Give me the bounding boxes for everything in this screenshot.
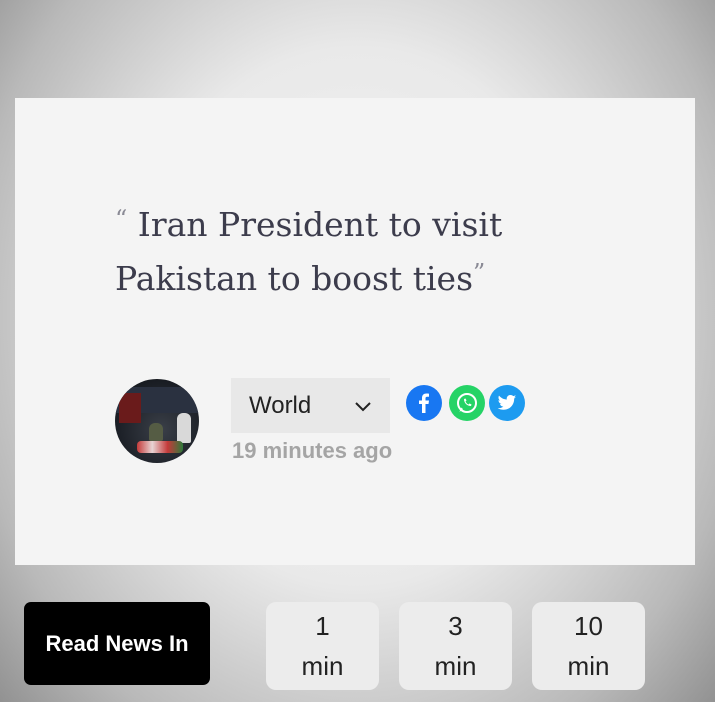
news-thumbnail-avatar[interactable] bbox=[115, 379, 199, 463]
duration-value: 1 bbox=[315, 611, 330, 641]
read-3-min-button[interactable]: 3 min bbox=[399, 602, 512, 690]
close-quote: ” bbox=[473, 259, 486, 287]
read-10-min-button[interactable]: 10 min bbox=[532, 602, 645, 690]
facebook-share-button[interactable] bbox=[406, 385, 442, 421]
open-quote: “ bbox=[115, 205, 128, 233]
chevron-down-icon bbox=[354, 392, 372, 420]
duration-unit: min bbox=[434, 651, 477, 681]
twitter-share-button[interactable] bbox=[489, 385, 525, 421]
headline-text: Iran President to visit Pakistan to boos… bbox=[115, 205, 503, 298]
news-card: “ Iran President to visit Pakistan to bo… bbox=[15, 98, 695, 565]
duration-value: 10 bbox=[574, 611, 603, 641]
category-label: World bbox=[249, 391, 312, 419]
whatsapp-icon bbox=[457, 393, 477, 413]
facebook-icon bbox=[419, 393, 429, 413]
headline: “ Iran President to visit Pakistan to bo… bbox=[115, 198, 575, 306]
duration-value: 3 bbox=[448, 611, 463, 641]
read-1-min-button[interactable]: 1 min bbox=[266, 602, 379, 690]
whatsapp-share-button[interactable] bbox=[449, 385, 485, 421]
duration-unit: min bbox=[567, 651, 610, 681]
published-time: 19 minutes ago bbox=[232, 438, 393, 463]
duration-unit: min bbox=[301, 651, 344, 681]
read-news-in-button[interactable]: Read News In bbox=[24, 602, 210, 685]
twitter-icon bbox=[497, 395, 517, 410]
category-dropdown[interactable]: World bbox=[231, 378, 390, 433]
